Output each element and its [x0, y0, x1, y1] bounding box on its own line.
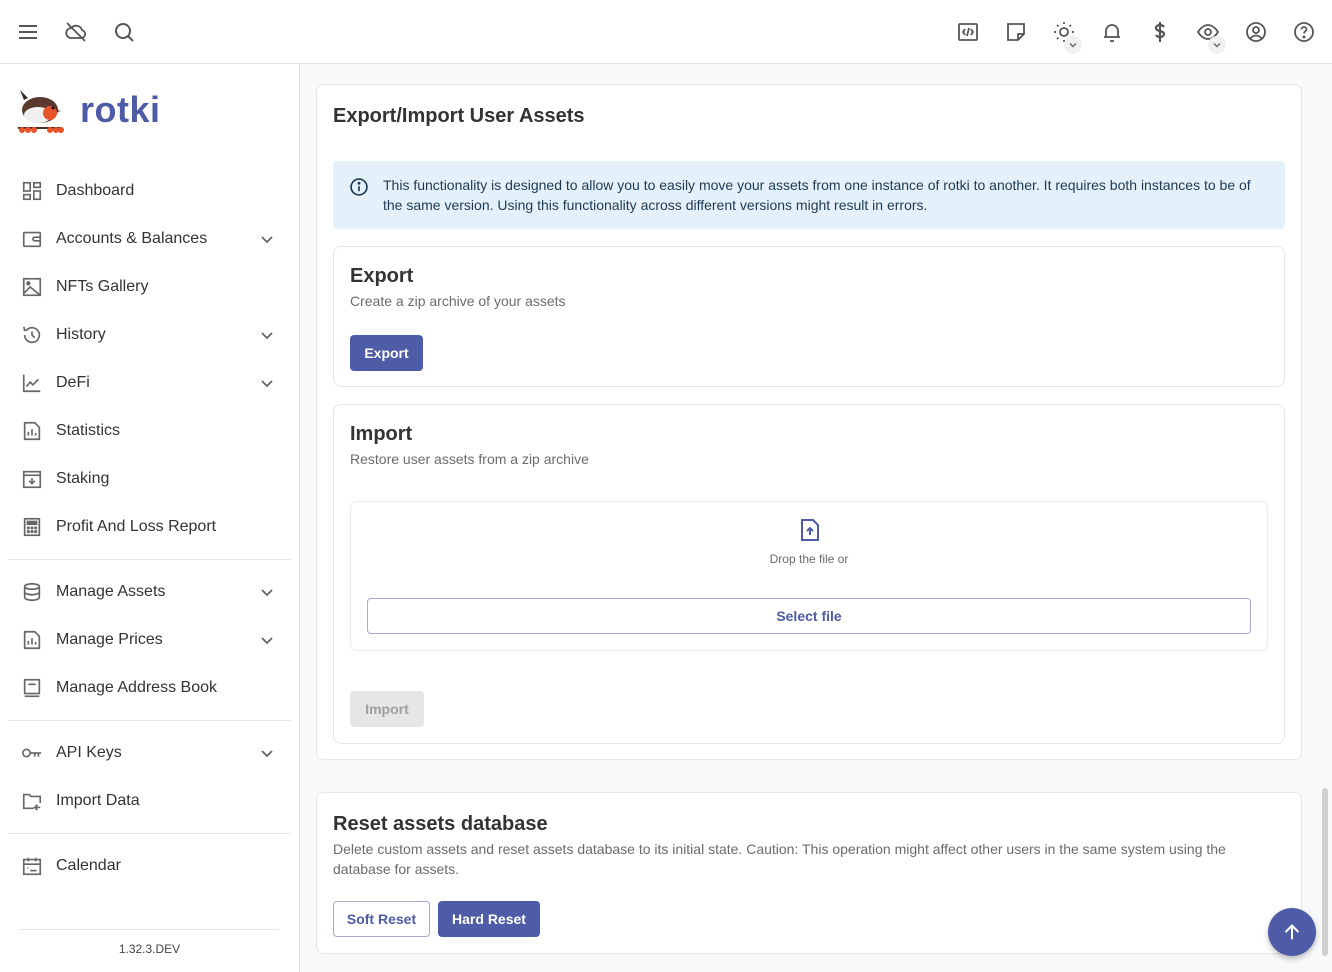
- sidebar-item-profit-loss-report[interactable]: Profit And Loss Report: [8, 503, 291, 551]
- privacy-menu-chevron-icon[interactable]: [1208, 35, 1226, 54]
- sidebar-item-nfts-gallery[interactable]: NFTs Gallery: [8, 263, 291, 311]
- version-text: 1.32.3.DEV: [118, 942, 181, 956]
- brand-name: rotki: [80, 89, 161, 130]
- sidebar-item-label: Manage Address Book: [56, 679, 217, 696]
- sidebar-item-manage-address-book[interactable]: Manage Address Book: [8, 664, 291, 712]
- archive-icon: [20, 467, 44, 491]
- sidebar-divider: [8, 833, 291, 834]
- sidebar: rotki Dashboard Accounts & Balances NFTs…: [0, 64, 300, 972]
- hard-reset-button[interactable]: Hard Reset: [438, 901, 540, 937]
- sidebar-item-manage-prices[interactable]: Manage Prices: [8, 616, 291, 664]
- dashboard-icon: [20, 179, 44, 203]
- info-alert-text: This functionality is designed to allow …: [383, 177, 1251, 213]
- sidebar-item-api-keys[interactable]: API Keys: [8, 729, 291, 777]
- history-icon: [20, 323, 44, 347]
- file-dropzone[interactable]: Drop the file or Select file: [350, 501, 1268, 651]
- sidebar-item-defi[interactable]: DeFi: [8, 359, 291, 407]
- sidebar-item-accounts-balances[interactable]: Accounts & Balances: [8, 215, 291, 263]
- search-icon[interactable]: [112, 20, 136, 44]
- arrow-up-icon: [1284, 924, 1300, 940]
- import-title: Import: [350, 423, 413, 445]
- reset-title: Reset assets database: [333, 813, 548, 835]
- export-description: Create a zip archive of your assets: [350, 293, 566, 309]
- app-bar: [0, 0, 1332, 64]
- key-icon: [20, 741, 44, 765]
- theme-sun-icon[interactable]: [1052, 20, 1082, 54]
- sidebar-item-label: Manage Prices: [56, 631, 163, 648]
- page-title: Export/Import User Assets: [333, 105, 585, 127]
- calendar-icon: [20, 854, 44, 878]
- calculator-icon: [20, 515, 44, 539]
- sidebar-item-dashboard[interactable]: Dashboard: [8, 167, 291, 215]
- sidebar-item-label: Staking: [56, 470, 110, 487]
- export-import-card: Export/Import User Assets This functiona…: [316, 84, 1302, 760]
- menu-icon[interactable]: [16, 20, 40, 44]
- import-section: Import Restore user assets from a zip ar…: [333, 404, 1285, 744]
- cloud-off-icon[interactable]: [64, 20, 88, 44]
- sidebar-item-label: Import Data: [56, 792, 140, 809]
- database-icon: [20, 580, 44, 604]
- eye-icon[interactable]: [1196, 20, 1226, 54]
- export-section: Export Create a zip archive of your asse…: [333, 246, 1285, 387]
- sidebar-item-label: API Keys: [56, 744, 122, 761]
- code-icon[interactable]: [956, 20, 980, 44]
- sidebar-item-calendar[interactable]: Calendar: [8, 842, 291, 890]
- sidebar-item-staking[interactable]: Staking: [8, 455, 291, 503]
- folder-import-icon: [20, 789, 44, 813]
- price-chart-icon: [20, 628, 44, 652]
- bar-chart-icon: [20, 419, 44, 443]
- book-icon: [20, 676, 44, 700]
- sidebar-item-statistics[interactable]: Statistics: [8, 407, 291, 455]
- export-button[interactable]: Export: [350, 335, 423, 371]
- chevron-down-icon[interactable]: [255, 371, 279, 395]
- reset-description: Delete custom assets and reset assets da…: [333, 841, 1226, 877]
- app-version: 1.32.3.DEV: [20, 929, 279, 956]
- help-icon[interactable]: [1292, 20, 1316, 44]
- import-button[interactable]: Import: [350, 691, 424, 727]
- sidebar-item-label: Accounts & Balances: [56, 230, 208, 247]
- wallet-icon: [20, 227, 44, 251]
- sidebar-item-label: DeFi: [56, 374, 90, 391]
- reset-assets-card: Reset assets database Delete custom asse…: [316, 792, 1302, 954]
- import-description: Restore user assets from a zip archive: [350, 451, 589, 467]
- sidebar-item-label: NFTs Gallery: [56, 278, 149, 295]
- main-scrollbar[interactable]: [1322, 788, 1328, 956]
- chevron-down-icon[interactable]: [255, 741, 279, 765]
- bell-icon[interactable]: [1100, 20, 1124, 44]
- sidebar-item-label: Dashboard: [56, 182, 135, 199]
- sidebar-item-import-data[interactable]: Import Data: [8, 777, 291, 825]
- sidebar-item-history[interactable]: History: [8, 311, 291, 359]
- brand-logo[interactable]: rotki: [0, 64, 299, 156]
- sidebar-item-label: Profit And Loss Report: [56, 518, 217, 535]
- soft-reset-button[interactable]: Soft Reset: [333, 901, 430, 937]
- line-chart-icon: [20, 371, 44, 395]
- sidebar-item-label: History: [56, 326, 106, 343]
- chevron-down-icon[interactable]: [255, 227, 279, 251]
- sidebar-item-label: Statistics: [56, 422, 121, 439]
- file-upload-icon: [801, 519, 819, 541]
- info-icon: [350, 178, 368, 196]
- chevron-down-icon[interactable]: [255, 323, 279, 347]
- select-file-button[interactable]: Select file: [367, 598, 1251, 634]
- sidebar-item-label: Calendar: [56, 857, 121, 874]
- export-title: Export: [350, 265, 414, 287]
- sidebar-item-manage-assets[interactable]: Manage Assets: [8, 568, 291, 616]
- sidebar-nav: Dashboard Accounts & Balances NFTs Galle…: [0, 156, 299, 890]
- info-alert: This functionality is designed to allow …: [333, 161, 1285, 229]
- theme-menu-chevron-icon[interactable]: [1064, 35, 1082, 54]
- account-circle-icon[interactable]: [1244, 20, 1268, 44]
- robin-logo-icon: [18, 90, 64, 133]
- sidebar-divider: [8, 720, 291, 721]
- chevron-down-icon[interactable]: [255, 580, 279, 604]
- drop-file-text: Drop the file or: [769, 552, 849, 566]
- scroll-to-top-button[interactable]: [1268, 908, 1316, 956]
- sidebar-item-label: Manage Assets: [56, 583, 166, 600]
- image-icon: [20, 275, 44, 299]
- currency-dollar-icon[interactable]: [1148, 20, 1172, 44]
- sidebar-divider: [8, 559, 291, 560]
- sticky-note-icon[interactable]: [1004, 20, 1028, 44]
- main-content: Export/Import User Assets This functiona…: [300, 64, 1332, 972]
- chevron-down-icon[interactable]: [255, 628, 279, 652]
